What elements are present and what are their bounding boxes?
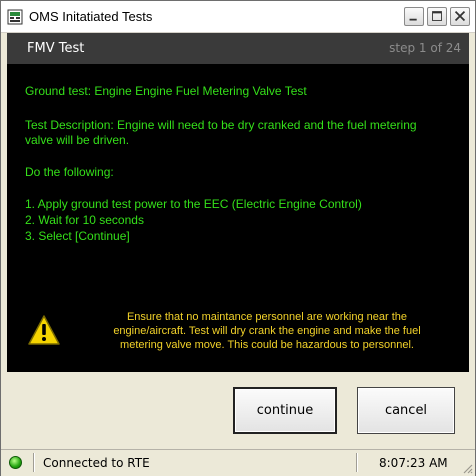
test-description-line-1: Test Description: Engine will need to be… — [25, 118, 417, 132]
oms-window: OMS Initatiated Tests FMV Test step 1 of… — [0, 0, 476, 476]
hazard-warning-text: Ensure that no maintance personnel are w… — [77, 310, 457, 352]
warning-line: engine/aircraft. Test will dry crank the… — [113, 325, 421, 337]
status-time: 8:07:23 AM — [379, 456, 448, 470]
instruction-step: 1. Apply ground test power to the EEC (E… — [25, 197, 362, 211]
minimize-icon — [409, 18, 417, 21]
instruction-step: 3. Select [Continue] — [25, 229, 130, 243]
test-description-line-2: valve will be driven. — [25, 133, 130, 147]
step-counter: step 1 of 24 — [389, 41, 461, 55]
status-divider — [33, 453, 34, 472]
close-icon — [454, 10, 466, 22]
instructions-heading: Do the following: — [25, 165, 114, 179]
warning-line: Ensure that no maintance personnel are w… — [126, 311, 408, 323]
maximize-icon — [432, 11, 442, 21]
maximize-button[interactable] — [427, 7, 447, 26]
instruction-step: 2. Wait for 10 seconds — [25, 213, 144, 227]
connection-status-icon — [9, 456, 22, 469]
app-icon — [7, 9, 23, 25]
status-bar: Connected to RTE 8:07:23 AM — [1, 449, 475, 476]
step-title: FMV Test — [27, 41, 85, 56]
close-button[interactable] — [450, 7, 470, 26]
status-divider — [356, 453, 357, 472]
resize-grip-icon[interactable] — [461, 462, 473, 474]
title-bar[interactable]: OMS Initatiated Tests — [1, 1, 475, 33]
warning-line: metering valve move. This could be hazar… — [120, 339, 414, 351]
cancel-button[interactable]: cancel — [357, 387, 455, 434]
minimize-button[interactable] — [404, 7, 424, 26]
ground-test-title: Ground test: Engine Engine Fuel Metering… — [25, 84, 307, 98]
window-title: OMS Initatiated Tests — [29, 9, 153, 24]
warning-icon — [28, 315, 60, 345]
test-content-panel: Ground test: Engine Engine Fuel Metering… — [7, 64, 469, 372]
continue-button[interactable]: continue — [233, 387, 337, 434]
connection-status-text: Connected to RTE — [43, 456, 150, 470]
step-header: FMV Test step 1 of 24 — [7, 33, 469, 64]
